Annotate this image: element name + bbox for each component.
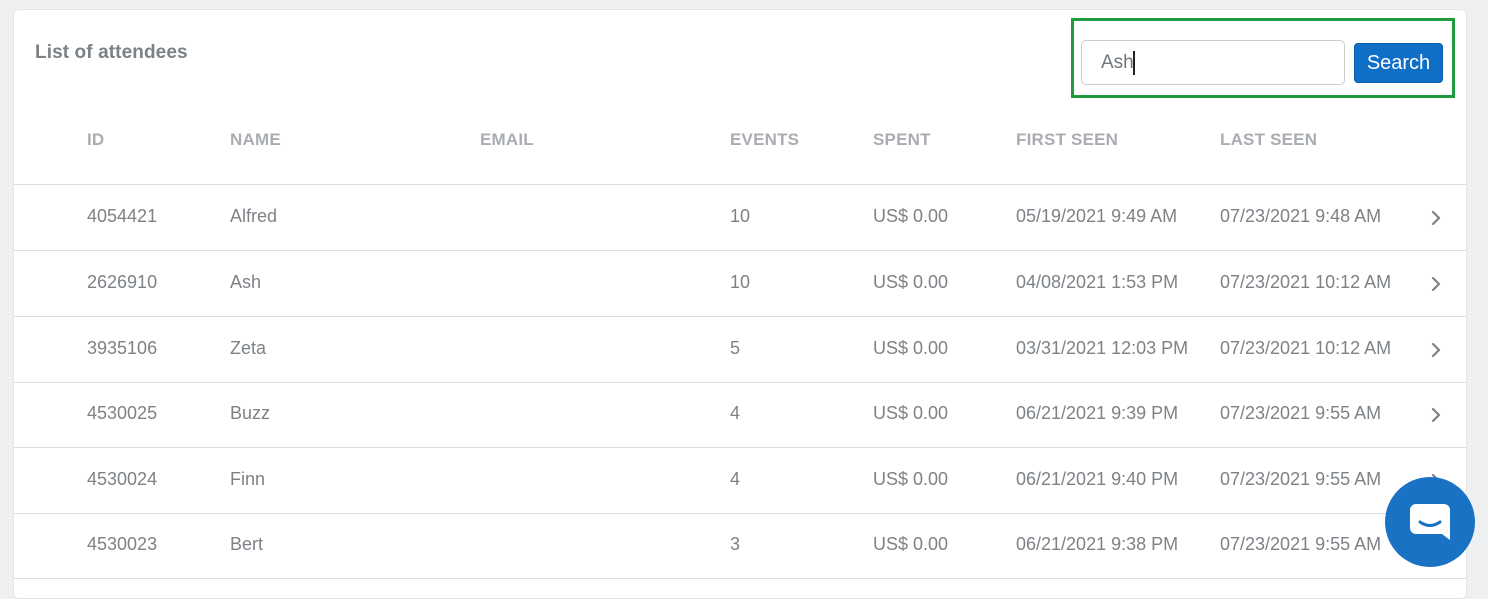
cell-last-seen: 07/23/2021 9:55 AM (1220, 534, 1382, 554)
table-row[interactable]: 4530024 Finn 4 US$ 0.00 06/21/2021 9:40 … (14, 448, 1466, 514)
table-row[interactable]: 3935106 Zeta 5 US$ 0.00 03/31/2021 12:03… (14, 317, 1466, 383)
cell-events: 5 (730, 338, 741, 358)
column-header-email[interactable]: EMAIL (480, 130, 710, 150)
column-header-name[interactable]: NAME (230, 130, 460, 150)
table-row[interactable]: 4054421 Alfred 10 US$ 0.00 05/19/2021 9:… (14, 185, 1466, 251)
chat-icon (1410, 504, 1450, 540)
cell-first-seen: 04/08/2021 1:53 PM (1016, 272, 1179, 292)
column-header-spent[interactable]: SPENT (873, 130, 1003, 150)
cell-spent: US$ 0.00 (873, 206, 949, 226)
cell-last-seen: 07/23/2021 9:48 AM (1220, 206, 1382, 226)
chevron-right-icon[interactable] (1428, 407, 1444, 423)
cell-first-seen: 06/21/2021 9:40 PM (1016, 469, 1179, 489)
attendees-card: List of attendees Search ID NAME EMAIL E… (13, 9, 1467, 599)
cell-last-seen: 07/23/2021 10:12 AM (1220, 272, 1392, 292)
cell-spent: US$ 0.00 (873, 338, 949, 358)
cell-id: 4530023 (87, 534, 158, 554)
cell-events: 4 (730, 469, 741, 489)
cell-id: 2626910 (87, 272, 158, 292)
cell-spent: US$ 0.00 (873, 272, 949, 292)
cell-spent: US$ 0.00 (873, 469, 949, 489)
cell-id: 4054421 (87, 206, 158, 226)
cell-first-seen: 03/31/2021 12:03 PM (1016, 338, 1189, 358)
cell-first-seen: 05/19/2021 9:49 AM (1016, 206, 1178, 226)
column-header-first-seen[interactable]: FIRST SEEN (1016, 130, 1206, 150)
table-row[interactable]: 4530025 Buzz 4 US$ 0.00 06/21/2021 9:39 … (14, 382, 1466, 448)
cell-last-seen: 07/23/2021 9:55 AM (1220, 403, 1382, 423)
cell-spent: US$ 0.00 (873, 534, 949, 554)
cell-name: Bert (230, 534, 264, 554)
cell-name: Finn (230, 469, 266, 489)
table-header: ID NAME EMAIL EVENTS SPENT FIRST SEEN LA… (14, 118, 1466, 185)
chevron-right-icon[interactable] (1428, 210, 1444, 226)
column-header-id[interactable]: ID (87, 130, 207, 150)
cell-events: 4 (730, 403, 741, 423)
cell-first-seen: 06/21/2021 9:38 PM (1016, 534, 1179, 554)
chevron-right-icon[interactable] (1428, 276, 1444, 292)
cell-id: 4530025 (87, 403, 158, 423)
cell-name: Alfred (230, 206, 278, 226)
cell-name: Buzz (230, 403, 271, 423)
chat-launcher-button[interactable] (1385, 477, 1475, 567)
column-header-last-seen[interactable]: LAST SEEN (1220, 130, 1403, 150)
text-caret (1133, 51, 1135, 75)
cell-name: Ash (230, 272, 262, 292)
cell-last-seen: 07/23/2021 9:55 AM (1220, 469, 1382, 489)
search-button[interactable]: Search (1354, 43, 1443, 83)
cell-last-seen: 07/23/2021 10:12 AM (1220, 338, 1392, 358)
column-header-events[interactable]: EVENTS (730, 130, 850, 150)
table-row[interactable]: 4530023 Bert 3 US$ 0.00 06/21/2021 9:38 … (14, 513, 1466, 579)
chevron-right-icon[interactable] (1428, 342, 1444, 358)
table-row[interactable]: 2626910 Ash 10 US$ 0.00 04/08/2021 1:53 … (14, 251, 1466, 317)
cell-first-seen: 06/21/2021 9:39 PM (1016, 403, 1179, 423)
cell-id: 4530024 (87, 469, 158, 489)
cell-spent: US$ 0.00 (873, 403, 949, 423)
card-title: List of attendees (35, 42, 188, 63)
cell-events: 10 (730, 206, 751, 226)
cell-events: 3 (730, 534, 741, 554)
search-input[interactable] (1081, 40, 1345, 85)
cell-name: Zeta (230, 338, 267, 358)
cell-id: 3935106 (87, 338, 158, 358)
cell-events: 10 (730, 272, 751, 292)
